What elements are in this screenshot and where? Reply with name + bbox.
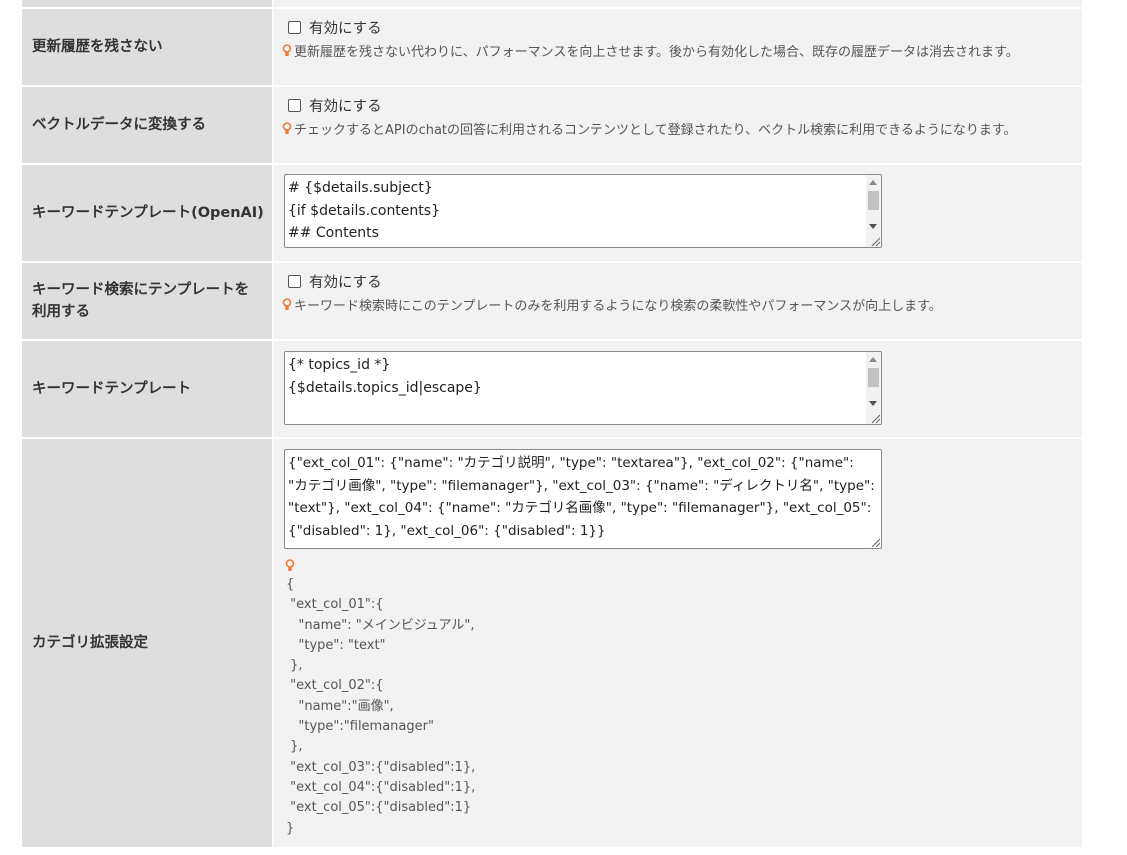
scroll-up-icon[interactable] bbox=[869, 180, 877, 185]
row-category-ext: カテゴリ拡張設定 {"ext_col_01": {"name": "カテゴリ説明… bbox=[22, 439, 1082, 847]
scroll-up-icon[interactable] bbox=[869, 357, 877, 362]
settings-form: 更新履歴を残さない 有効にする 更新履歴を残さない代わりに、パフォーマンスを向上… bbox=[22, 0, 1082, 855]
row-label: ベクトルデータに変換する bbox=[22, 87, 272, 163]
checkbox-box[interactable] bbox=[288, 99, 301, 112]
row-keyword-openai: キーワードテンプレート(OpenAI) # {$details.subject}… bbox=[22, 165, 1082, 261]
row-label: キーワード検索にテンプレートを 利用する bbox=[22, 263, 272, 339]
scroll-down-icon[interactable] bbox=[869, 224, 877, 229]
scroll-down-icon[interactable] bbox=[869, 401, 877, 406]
vector-checkbox[interactable]: 有効にする bbox=[288, 95, 382, 116]
row-label: 更新履歴を残さない bbox=[22, 9, 272, 85]
checkbox-box[interactable] bbox=[288, 275, 301, 288]
checkbox-box[interactable] bbox=[288, 21, 301, 34]
scroll-thumb[interactable] bbox=[868, 191, 879, 210]
row-vector: ベクトルデータに変換する 有効にする チェックするとAPIのchatの回答に利用… bbox=[22, 87, 1082, 163]
category-ext-textarea[interactable]: {"ext_col_01": {"name": "カテゴリ説明", "type"… bbox=[284, 449, 882, 549]
row-no-history: 更新履歴を残さない 有効にする 更新履歴を残さない代わりに、パフォーマンスを向上… bbox=[22, 9, 1082, 85]
hint-text: チェックするとAPIのchatの回答に利用されるコンテンツとして登録されたり、ベ… bbox=[282, 119, 1017, 138]
row-label: キーワードテンプレート(OpenAI) bbox=[22, 165, 272, 261]
keyword-template-textarea[interactable]: {* topics_id *} {$details.topics_id|escap… bbox=[284, 351, 882, 425]
hint-text: 更新履歴を残さない代わりに、パフォーマンスを向上させます。後から有効化した場合、… bbox=[282, 41, 1019, 60]
previous-row bbox=[22, 0, 1082, 7]
checkbox-label: 有効にする bbox=[309, 275, 382, 291]
lightbulb-icon bbox=[282, 44, 292, 56]
hint-text: キーワード検索時にこのテンプレートのみを利用するようになり検索の柔軟性やパフォー… bbox=[282, 295, 942, 314]
checkbox-label: 有効にする bbox=[309, 21, 382, 37]
row-label: キーワードテンプレート bbox=[22, 341, 272, 437]
keyword-search-template-checkbox[interactable]: 有効にする bbox=[288, 271, 382, 292]
row-keyword-search-template: キーワード検索にテンプレートを 利用する 有効にする キーワード検索時にこのテンプ… bbox=[22, 263, 1082, 339]
resize-grip-icon[interactable] bbox=[870, 236, 880, 246]
lightbulb-icon bbox=[282, 298, 292, 310]
row-label: カテゴリ拡張設定 bbox=[22, 439, 272, 847]
lightbulb-icon bbox=[282, 122, 292, 134]
resize-grip-icon[interactable] bbox=[870, 537, 880, 547]
keyword-openai-textarea[interactable]: # {$details.subject} {if $details.content… bbox=[284, 174, 882, 248]
no-history-checkbox[interactable]: 有効にする bbox=[288, 17, 382, 38]
row-keyword-template: キーワードテンプレート {* topics_id *} {$details.top… bbox=[22, 341, 1082, 437]
resize-grip-icon[interactable] bbox=[870, 413, 880, 423]
scroll-thumb[interactable] bbox=[868, 368, 879, 387]
lightbulb-icon bbox=[285, 559, 295, 571]
checkbox-label: 有効にする bbox=[309, 99, 382, 115]
example-json: { "ext_col_01":{ "name": "メインビジュアル", "ty… bbox=[286, 577, 476, 836]
